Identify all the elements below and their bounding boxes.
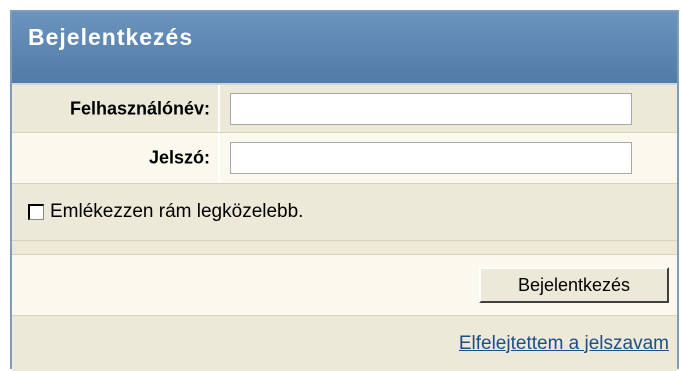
- password-input[interactable]: [230, 142, 632, 174]
- forgot-password-link[interactable]: Elfelejtettem a jelszavam: [459, 333, 669, 355]
- submit-row: Bejelentkezés: [12, 255, 677, 316]
- username-label: Felhasználónév:: [69, 98, 210, 118]
- remember-row: Emlékezzen rám legközelebb.: [12, 184, 677, 241]
- forgot-row: Elfelejtettem a jelszavam: [12, 316, 677, 371]
- password-label-cell: Jelszó:: [12, 133, 220, 183]
- login-panel: Bejelentkezés Felhasználónév: Jelszó: Em…: [10, 10, 679, 371]
- username-input[interactable]: [230, 92, 632, 125]
- password-label: Jelszó:: [148, 147, 210, 168]
- password-row: Jelszó:: [12, 133, 677, 184]
- login-button[interactable]: Bejelentkezés: [479, 267, 669, 303]
- spacer-row: [12, 241, 677, 255]
- login-title: Bejelentkezés: [28, 24, 194, 50]
- remember-label[interactable]: Emlékezzen rám legközelebb.: [50, 201, 303, 223]
- login-header: Bejelentkezés: [12, 12, 677, 85]
- remember-me[interactable]: Emlékezzen rám legközelebb.: [28, 201, 303, 223]
- remember-checkbox[interactable]: [28, 204, 44, 220]
- username-row: Felhasználónév:: [12, 85, 677, 133]
- username-label-cell: Felhasználónév:: [12, 85, 220, 132]
